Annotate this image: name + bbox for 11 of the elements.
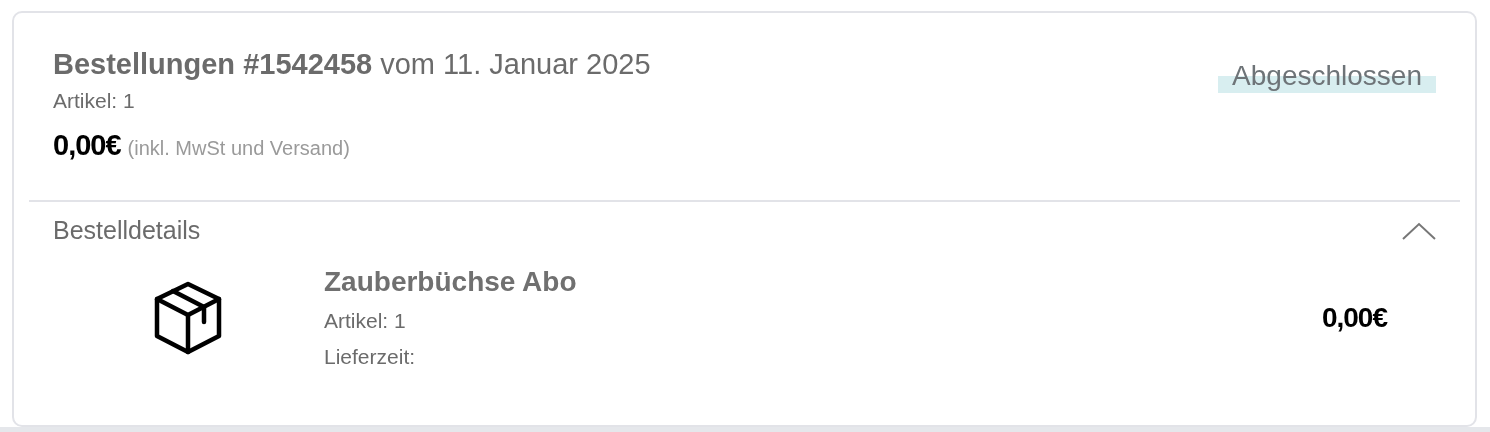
product-name: Zauberbüchse Abo <box>324 265 578 299</box>
order-total: 0,00€ <box>53 128 121 163</box>
item-price: 0,00€ <box>1321 301 1387 335</box>
item-count: Artikel: 1 <box>324 308 407 334</box>
chevron-up-icon <box>1402 222 1436 240</box>
details-toggle[interactable]: Bestelldetails <box>14 202 1475 260</box>
order-title: Bestellungen #1542458 vom 11. Januar 2025 <box>53 47 651 82</box>
total-note: (inkl. MwSt und Versand) <box>127 136 350 161</box>
delivery-time: Lieferzeit: <box>324 344 417 370</box>
item-count: Artikel: 1 <box>53 88 136 114</box>
package-icon <box>153 281 223 355</box>
